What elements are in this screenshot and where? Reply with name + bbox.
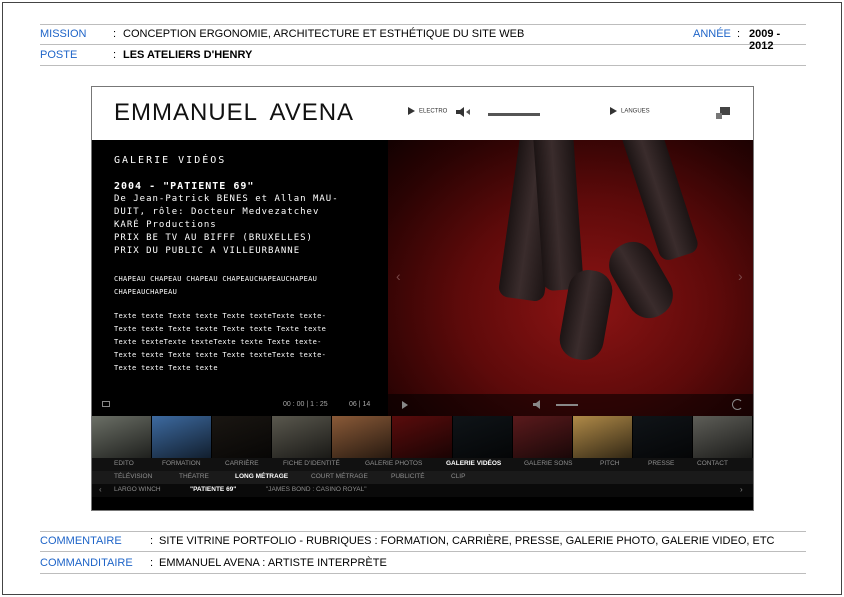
electro-control[interactable]: ELECTRO: [408, 107, 447, 115]
langues-label: LANGUES: [621, 108, 650, 115]
nav-item-contact[interactable]: CONTACT: [697, 460, 728, 467]
commanditaire-row: COMMANDITAIRE : EMMANUEL AVENA : ARTISTE…: [40, 553, 806, 574]
film-line: PRIX BE TV AU BIFFF (BRUXELLES): [114, 233, 313, 243]
film-line: De Jean-Patrick BENES et Allan MAU-: [114, 194, 339, 204]
langues-control[interactable]: LANGUES: [610, 107, 650, 115]
video-thumbnail[interactable]: [572, 416, 633, 458]
poste-label: POSTE: [40, 49, 78, 61]
mission-row: MISSION : CONCEPTION ERGONOMIE, ARCHITEC…: [40, 24, 806, 52]
commentaire-value: SITE VITRINE PORTFOLIO - RUBRIQUES : FOR…: [159, 535, 775, 547]
film-title: 2004 - "PATIENTE 69": [114, 181, 255, 192]
nav-item-fiche[interactable]: FICHE D'IDENTITÉ: [283, 460, 340, 467]
video-thumbnail[interactable]: [272, 416, 333, 458]
mission-value: CONCEPTION ERGONOMIE, ARCHITECTURE ET ES…: [123, 28, 525, 40]
colon: :: [113, 28, 117, 40]
volume-slider[interactable]: [488, 113, 540, 116]
video-thumbnail[interactable]: [212, 416, 273, 458]
video-thumbnail[interactable]: [392, 416, 453, 458]
play-icon: [408, 107, 415, 115]
body-text: Texte texte Texte texte Texte texteTexte…: [114, 310, 354, 375]
replay-icon[interactable]: [732, 399, 743, 410]
video-thumbnail[interactable]: [632, 416, 693, 458]
prev-arrow-icon[interactable]: ‹: [396, 268, 401, 284]
window-icon[interactable]: [716, 107, 730, 119]
nav-item-formation[interactable]: FORMATION: [162, 460, 201, 467]
next-arrow-icon[interactable]: ›: [738, 268, 743, 284]
nav-item-clip[interactable]: CLIP: [451, 473, 465, 480]
speaker-icon[interactable]: [533, 400, 543, 409]
panel-footer: 00 : 00 | 1 : 25 06 | 14: [92, 393, 388, 415]
colon: :: [150, 535, 154, 547]
commanditaire-value: EMMANUEL AVENA : ARTISTE INTERPRÈTE: [159, 557, 387, 569]
play-icon[interactable]: [402, 401, 408, 409]
next-arrow-icon[interactable]: ›: [740, 485, 743, 494]
nav-item-theatre[interactable]: THÉATRE: [179, 473, 209, 480]
info-panel: GALERIE VIDÉOS 2004 - "PATIENTE 69" De J…: [92, 140, 388, 416]
time-total: 1 : 25: [310, 401, 328, 408]
film-info: 2004 - "PATIENTE 69" De Jean-Patrick BEN…: [114, 180, 354, 258]
poste-row: POSTE : LES ATELIERS D'HENRY: [40, 45, 806, 66]
page-total: 14: [362, 401, 371, 408]
nav-item-film[interactable]: "JAMES BOND : CASINO ROYAL": [266, 486, 367, 493]
colon: :: [150, 557, 154, 569]
text-line: Texte texte Texte texte Texte texteTexte…: [114, 312, 327, 320]
nav-item-galerie-sons[interactable]: GALERIE SONS: [524, 460, 572, 467]
commentaire-label: COMMENTAIRE: [40, 535, 122, 547]
electro-label: ELECTRO: [419, 108, 448, 115]
film-nav: ‹ LARGO WINCH "PATIENTE 69" "JAMES BOND …: [92, 484, 753, 497]
mission-label: MISSION: [40, 28, 87, 40]
film-line: PRIX DU PUBLIC A VILLEURBANNE: [114, 246, 301, 256]
sub-nav: TÉLÉVISION THÉATRE LONG MÉTRAGE COURT MÉ…: [92, 471, 753, 484]
nav-item-film[interactable]: "PATIENTE 69": [190, 486, 236, 493]
text-line: Texte texte Texte texte Texte texteTexte…: [114, 351, 327, 359]
colon: :: [113, 49, 117, 61]
nav-item-pitch[interactable]: PITCH: [600, 460, 620, 467]
film-line: KARÉ Productions: [114, 220, 217, 230]
nav-item-film[interactable]: LARGO WINCH: [114, 486, 161, 493]
nav-item-galerie-photos[interactable]: GALERIE PHOTOS: [365, 460, 422, 467]
nav-item-television[interactable]: TÉLÉVISION: [114, 473, 152, 480]
site-header: EMMANUEL AVENA ELECTRO LANGUES: [92, 87, 753, 140]
page-counter: 06 | 14: [349, 401, 371, 408]
main-nav: EDITO FORMATION CARRIÈRE FICHE D'IDENTIT…: [92, 458, 753, 471]
nav-item-presse[interactable]: PRESSE: [648, 460, 674, 467]
nav-item-publicite[interactable]: PUBLICITÉ: [391, 473, 425, 480]
video-thumbnail[interactable]: [692, 416, 753, 458]
colon: :: [737, 28, 741, 40]
time-elapsed: 00 : 00: [283, 401, 305, 408]
nav-item-carriere[interactable]: CARRIÈRE: [225, 460, 259, 467]
video-thumbnail[interactable]: [452, 416, 513, 458]
nav-item-galerie-videos[interactable]: GALERIE VIDÉOS: [446, 460, 501, 467]
chapeau-text: CHAPEAU CHAPEAU CHAPEAU CHAPEAUCHAPEAUCH…: [114, 275, 318, 296]
nav-item-long-metrage[interactable]: LONG MÉTRAGE: [235, 473, 288, 480]
video-thumbnail[interactable]: [332, 416, 393, 458]
gallery-title: GALERIE VIDÉOS: [114, 155, 227, 166]
commanditaire-label: COMMANDITAIRE: [40, 557, 133, 569]
nav-item-edito[interactable]: EDITO: [114, 460, 134, 467]
video-thumbnail[interactable]: [92, 416, 153, 458]
annee-label: ANNÉE: [693, 28, 731, 40]
text-line: Texte texte Texte texte: [114, 364, 218, 372]
video-time: 00 : 00 | 1 : 25: [283, 401, 328, 408]
video-thumbnail[interactable]: [512, 416, 573, 458]
poste-value: LES ATELIERS D'HENRY: [123, 49, 253, 61]
website-screenshot: EMMANUEL AVENA ELECTRO LANGUES GALERIE V…: [91, 86, 754, 511]
speaker-icon[interactable]: [456, 107, 470, 117]
text-line: Texte texteTexte texteTexte texte Texte …: [114, 338, 322, 346]
play-icon: [610, 107, 617, 115]
volume-slider[interactable]: [556, 404, 578, 406]
subtitle-icon[interactable]: [102, 401, 110, 407]
page-current: 06: [349, 401, 357, 408]
thumbnail-strip: [92, 416, 753, 458]
prev-arrow-icon[interactable]: ‹: [99, 485, 102, 494]
film-line: DUIT, rôle: Docteur Medvezatchev: [114, 207, 320, 217]
video-controls: [388, 394, 753, 416]
video-thumbnail[interactable]: [152, 416, 213, 458]
site-name: EMMANUEL AVENA: [114, 99, 355, 126]
nav-item-court-metrage[interactable]: COURT MÉTRAGE: [311, 473, 368, 480]
video-player[interactable]: ‹ ›: [388, 140, 753, 416]
text-line: Texte texte Texte texte Texte texte Text…: [114, 325, 327, 333]
commentaire-row: COMMENTAIRE : SITE VITRINE PORTFOLIO - R…: [40, 531, 806, 552]
